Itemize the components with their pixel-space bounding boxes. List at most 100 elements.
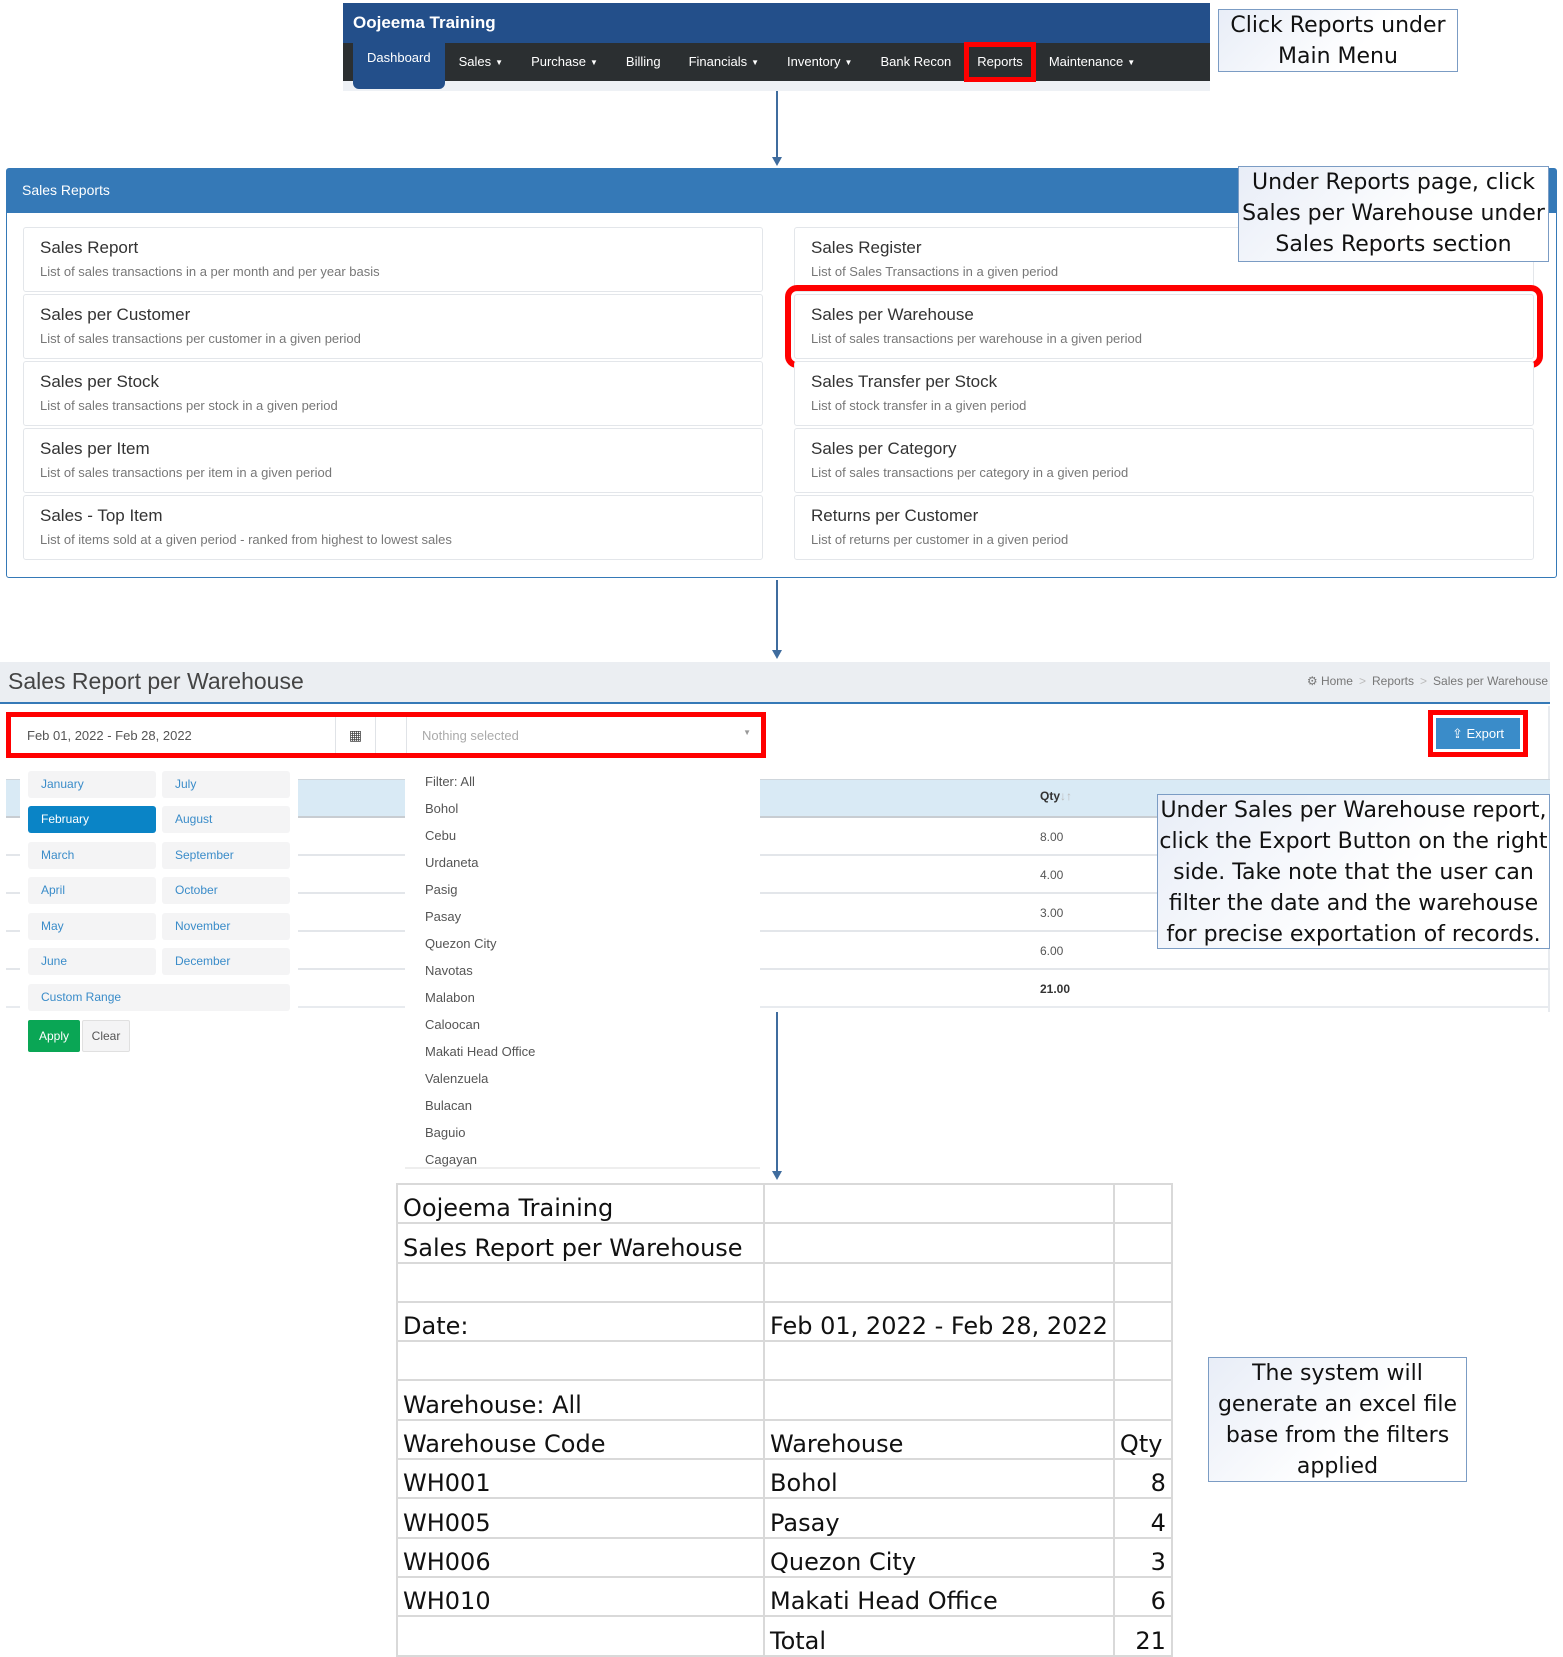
- excel-header-cell: Qty: [1112, 1418, 1173, 1461]
- qty-header-label: Qty: [1040, 789, 1061, 803]
- report-desc: List of sales transactions per category …: [811, 465, 1129, 480]
- excel-data-row: WH010 Makati Head Office 6: [396, 1575, 1173, 1618]
- qty-cell: 4.00: [1040, 868, 1064, 882]
- page-title: Sales Report per Warehouse: [8, 668, 304, 694]
- excel-cell: [763, 1261, 1115, 1303]
- month-may[interactable]: May: [28, 913, 156, 940]
- nav-label: Reports: [977, 54, 1023, 69]
- excel-header-cell: Warehouse Code: [396, 1418, 765, 1461]
- month-october[interactable]: October: [162, 877, 290, 904]
- apply-button[interactable]: Apply: [28, 1020, 80, 1052]
- report-desc: List of sales transactions per warehouse…: [811, 331, 1142, 346]
- excel-cell: [396, 1340, 765, 1382]
- warehouse-option[interactable]: Navotas: [425, 963, 473, 978]
- excel-cell: 6: [1112, 1575, 1173, 1618]
- flow-arrow-line: [776, 580, 778, 651]
- excel-row: [396, 1340, 1173, 1382]
- export-button[interactable]: ⇪ Export: [1436, 718, 1520, 749]
- callout-step-1: Click Reports under Main Menu: [1218, 9, 1458, 72]
- report-title: Sales - Top Item: [40, 506, 163, 525]
- nav-dashboard[interactable]: Dashboard: [353, 43, 445, 89]
- callout-step-4: The system will generate an excel file b…: [1208, 1357, 1467, 1482]
- report-sales-per-stock[interactable]: Sales per Stock List of sales transactio…: [23, 361, 763, 426]
- month-june[interactable]: June: [28, 948, 156, 975]
- month-december[interactable]: December: [162, 948, 290, 975]
- warehouse-option[interactable]: Bulacan: [425, 1098, 472, 1113]
- date-range-input[interactable]: Feb 01, 2022 - Feb 28, 2022: [11, 717, 336, 753]
- sort-icon: ↓↑: [1060, 789, 1073, 803]
- month-september[interactable]: September: [162, 842, 290, 869]
- excel-cell: [396, 1615, 765, 1657]
- warehouse-option[interactable]: Baguio: [425, 1125, 465, 1140]
- nav-financials[interactable]: Financials ▼: [675, 43, 773, 81]
- month-august[interactable]: August: [162, 806, 290, 833]
- warehouse-select[interactable]: Nothing selected ▼: [408, 717, 761, 753]
- warehouse-option[interactable]: Makati Head Office: [425, 1044, 535, 1059]
- export-highlight: ⇪ Export: [1428, 710, 1528, 757]
- warehouse-option[interactable]: Pasig: [425, 882, 458, 897]
- warehouse-option[interactable]: Bohol: [425, 801, 458, 816]
- excel-cell: [396, 1261, 765, 1303]
- excel-cell: [763, 1222, 1115, 1264]
- nav-sales[interactable]: Sales ▼: [445, 43, 517, 81]
- excel-data-row: WH001 Bohol 8: [396, 1458, 1173, 1500]
- filter-highlight: Feb 01, 2022 - Feb 28, 2022 ▦ Nothing se…: [6, 712, 766, 758]
- report-title: Sales Report: [40, 238, 139, 257]
- nav-label: Inventory: [787, 54, 841, 69]
- report-desc: List of items sold at a given period - r…: [40, 532, 452, 547]
- flow-arrow-line: [776, 1012, 778, 1172]
- warehouse-option[interactable]: Pasay: [425, 909, 461, 924]
- excel-cell: [1112, 1379, 1173, 1421]
- warehouse-option[interactable]: Cagayan: [425, 1152, 477, 1167]
- report-title: Sales per Customer: [40, 305, 191, 324]
- excel-row: [396, 1261, 1173, 1303]
- month-november[interactable]: November: [162, 913, 290, 940]
- report-sales-top-item[interactable]: Sales - Top Item List of items sold at a…: [23, 495, 763, 560]
- report-sales-transfer-per-stock[interactable]: Sales Transfer per Stock List of stock t…: [794, 361, 1534, 426]
- report-sales-per-warehouse[interactable]: Sales per Warehouse List of sales transa…: [785, 285, 1543, 368]
- nav-inventory[interactable]: Inventory ▼: [773, 43, 866, 81]
- qty-column-header[interactable]: Qty↓↑: [1040, 789, 1072, 803]
- excel-header-row: Warehouse Code Warehouse Qty: [396, 1418, 1173, 1461]
- custom-range-option[interactable]: Custom Range: [28, 984, 290, 1011]
- report-sales-per-category[interactable]: Sales per Category List of sales transac…: [794, 428, 1534, 493]
- nav-maintenance[interactable]: Maintenance ▼: [1035, 43, 1149, 81]
- warehouse-option[interactable]: Caloocan: [425, 1017, 480, 1032]
- nav-label: Sales: [458, 54, 492, 69]
- caret-down-icon: ▼: [495, 57, 504, 67]
- excel-cell: WH006: [396, 1536, 765, 1578]
- month-january[interactable]: January: [28, 771, 156, 798]
- calendar-icon[interactable]: ▦: [336, 717, 376, 753]
- nav-billing[interactable]: Billing: [612, 43, 675, 81]
- caret-down-icon: ▼: [1127, 57, 1136, 67]
- excel-row: Date: Feb 01, 2022 - Feb 28, 2022: [396, 1300, 1173, 1343]
- flow-arrow-line: [776, 91, 778, 158]
- excel-cell: WH010: [396, 1575, 765, 1618]
- warehouse-option[interactable]: Quezon City: [425, 936, 497, 951]
- breadcrumb-home[interactable]: Home: [1321, 674, 1353, 688]
- month-july[interactable]: July: [162, 771, 290, 798]
- warehouse-option[interactable]: Urdaneta: [425, 855, 478, 870]
- warehouse-option[interactable]: Cebu: [425, 828, 456, 843]
- warehouse-option[interactable]: Malabon: [425, 990, 475, 1005]
- nav-reports[interactable]: Reports: [964, 42, 1036, 82]
- breadcrumb-reports[interactable]: Reports: [1372, 674, 1414, 688]
- warehouse-dropdown: Filter: All Bohol Cebu Urdaneta Pasig Pa…: [405, 764, 760, 1169]
- callout-step-2: Under Reports page, click Sales per Ware…: [1238, 166, 1549, 262]
- report-returns-per-customer[interactable]: Returns per Customer List of returns per…: [794, 495, 1534, 560]
- warehouse-select-placeholder: Nothing selected: [422, 728, 519, 743]
- warehouse-option-all[interactable]: Filter: All: [425, 774, 475, 789]
- report-sales-per-item[interactable]: Sales per Item List of sales transaction…: [23, 428, 763, 493]
- month-march[interactable]: March: [28, 842, 156, 869]
- warehouse-option[interactable]: Valenzuela: [425, 1071, 488, 1086]
- report-sales-report[interactable]: Sales Report List of sales transactions …: [23, 227, 763, 292]
- clear-button[interactable]: Clear: [82, 1020, 130, 1052]
- breadcrumb-current: Sales per Warehouse: [1433, 674, 1548, 688]
- excel-cell: [1112, 1340, 1173, 1382]
- nav-bank-recon[interactable]: Bank Recon: [866, 43, 965, 81]
- nav-purchase[interactable]: Purchase ▼: [517, 43, 612, 81]
- month-february[interactable]: February: [28, 806, 156, 833]
- month-april[interactable]: April: [28, 877, 156, 904]
- breadcrumb-separator: >: [1420, 674, 1428, 688]
- report-sales-per-customer[interactable]: Sales per Customer List of sales transac…: [23, 294, 763, 359]
